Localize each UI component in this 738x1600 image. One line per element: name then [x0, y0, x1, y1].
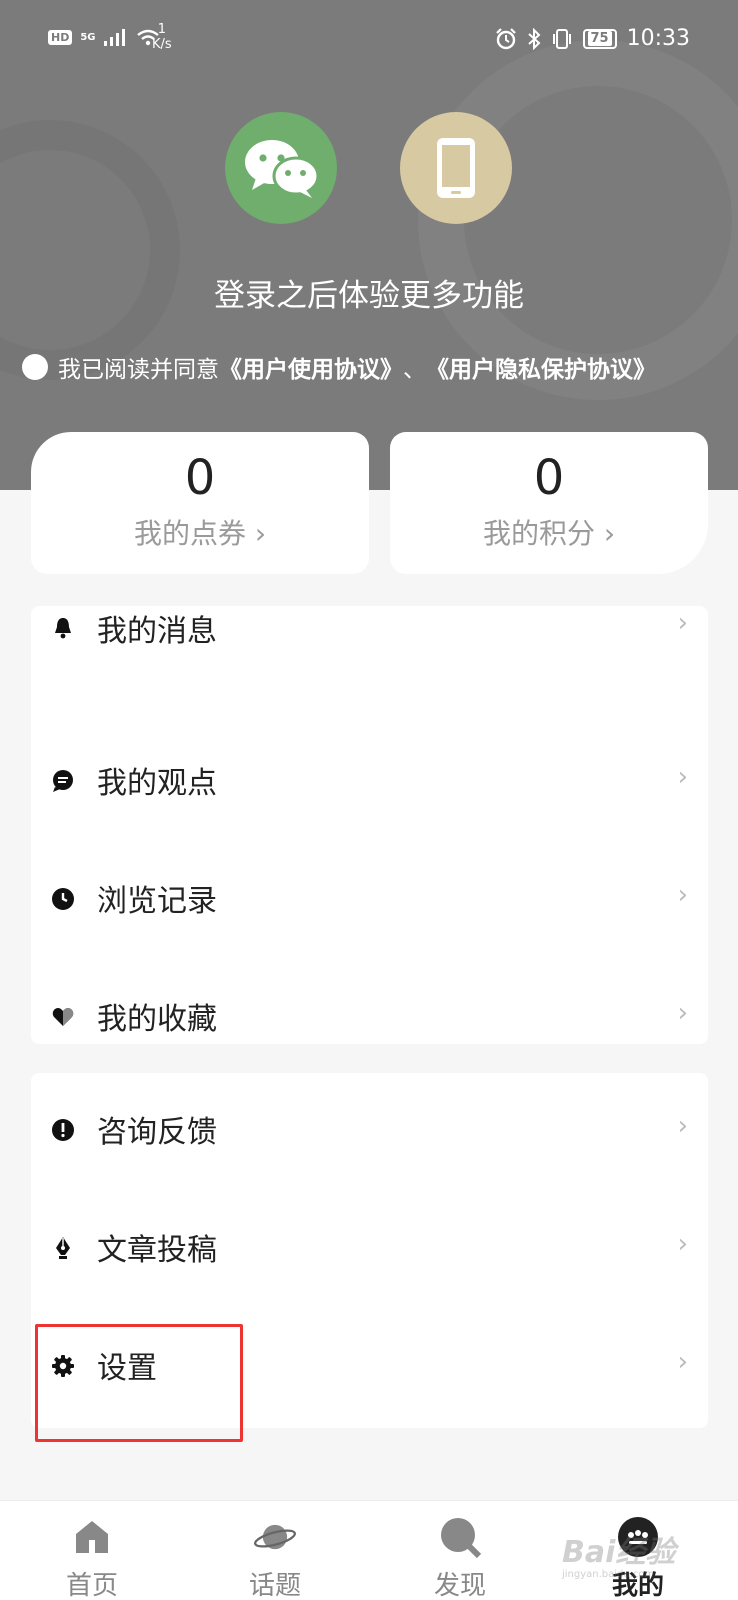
terms-link[interactable]: 《用户使用协议》 — [219, 350, 403, 384]
phone-icon — [437, 138, 475, 198]
chevron-right-icon: › — [677, 1111, 688, 1141]
profile-header: HD 5G 1 K/s 75 10:33 登录之后体验更多功能 我已阅读并同意 … — [0, 0, 738, 490]
watermark-url: jingyan.baidu.com — [562, 1569, 655, 1580]
clock-time: 10:33 — [626, 26, 690, 51]
chevron-right-icon: › — [603, 517, 616, 550]
watermark-brand: Bai经验 — [562, 1535, 676, 1570]
hd-badge: HD — [48, 29, 73, 45]
status-right: 75 10:33 — [495, 26, 690, 51]
alarm-icon — [495, 27, 516, 49]
chevron-right-icon: › — [677, 762, 688, 792]
profile-page: HD 5G 1 K/s 75 10:33 登录之后体验更多功能 我已阅读并同意 … — [0, 0, 738, 1600]
speed-value: 1 — [157, 22, 166, 37]
chevron-right-icon: › — [677, 880, 688, 910]
menu-list-primary: 我的消息 › 我的观点 › 浏览记录 › 我的收藏 › — [31, 606, 708, 1044]
menu-label: 咨询反馈 — [97, 1115, 217, 1150]
chevron-right-icon: › — [677, 1229, 688, 1259]
vibrate-icon — [552, 28, 571, 49]
chevron-right-icon: › — [677, 998, 688, 1028]
chevron-right-icon: › — [254, 517, 267, 550]
login-options — [0, 112, 738, 224]
agreement-text: 我已阅读并同意 — [58, 357, 219, 383]
wechat-login-button[interactable] — [225, 112, 337, 224]
points-value: 0 — [533, 450, 565, 506]
menu-item-history[interactable]: 浏览记录 › — [31, 842, 708, 960]
tab-label: 话题 — [248, 1571, 301, 1600]
menu-label: 我的消息 — [97, 614, 217, 649]
battery-level: 75 — [587, 30, 612, 46]
privacy-link[interactable]: 《用户隐私保护协议》 — [426, 350, 656, 384]
tab-topics[interactable]: 话题 — [215, 1515, 335, 1600]
menu-label: 文章投稿 — [97, 1233, 217, 1268]
bell-icon — [55, 618, 71, 639]
agreement-separator: 、 — [403, 357, 426, 383]
tab-discover[interactable]: 发现 — [400, 1515, 520, 1600]
battery-indicator: 75 — [582, 28, 617, 49]
login-tip: 登录之后体验更多功能 — [214, 278, 524, 314]
watermark: Bai经验 jingyan.baidu.com — [562, 1527, 675, 1580]
coupon-value: 0 — [184, 450, 216, 506]
phone-login-button[interactable] — [400, 112, 512, 224]
pen-icon — [56, 1237, 70, 1259]
bluetooth-icon — [527, 27, 540, 50]
planet-icon — [254, 1524, 296, 1550]
menu-item-opinions[interactable]: 我的观点 › — [31, 724, 708, 842]
search-icon — [441, 1518, 482, 1559]
tab-home[interactable]: 首页 — [32, 1515, 152, 1600]
coupon-card[interactable]: 0 我的点券 › — [31, 432, 369, 574]
menu-item-favorites[interactable]: 我的收藏 › — [31, 960, 708, 1078]
coupon-label: 我的点券 — [133, 517, 246, 550]
tab-label: 发现 — [433, 1571, 486, 1600]
menu-item-feedback[interactable]: 咨询反馈 › — [31, 1073, 708, 1191]
heart-icon — [52, 1008, 74, 1026]
network-speed: 1 K/s — [152, 22, 172, 52]
points-card[interactable]: 0 我的积分 › — [390, 432, 708, 574]
exclamation-icon — [52, 1119, 74, 1141]
signal-icon — [103, 29, 125, 46]
menu-item-submit-article[interactable]: 文章投稿 › — [31, 1191, 708, 1309]
menu-item-messages[interactable]: 我的消息 › — [31, 606, 708, 724]
points-label: 我的积分 — [482, 517, 595, 550]
status-left: HD 5G — [48, 28, 160, 46]
points-label-row: 我的积分 › — [390, 512, 708, 552]
menu-label: 我的收藏 — [97, 1002, 217, 1037]
wechat-icon — [245, 140, 320, 198]
chevron-right-icon: › — [677, 1347, 688, 1377]
status-bar: HD 5G 1 K/s 75 10:33 — [0, 22, 738, 66]
agreement-checkbox[interactable] — [22, 354, 48, 380]
home-icon — [76, 1521, 108, 1553]
comment-icon — [53, 770, 73, 792]
chevron-right-icon: › — [677, 608, 688, 638]
agreement-row: 我已阅读并同意 《用户使用协议》 、 《用户隐私保护协议》 — [22, 350, 656, 384]
speed-unit: K/s — [152, 37, 172, 52]
settings-highlight-box — [35, 1324, 243, 1442]
clock-icon — [52, 888, 74, 910]
tab-label: 首页 — [65, 1571, 118, 1600]
menu-label: 浏览记录 — [97, 884, 217, 919]
coupon-label-row: 我的点券 › — [31, 512, 369, 552]
menu-label: 我的观点 — [97, 766, 217, 801]
network-type: 5G — [80, 31, 96, 43]
